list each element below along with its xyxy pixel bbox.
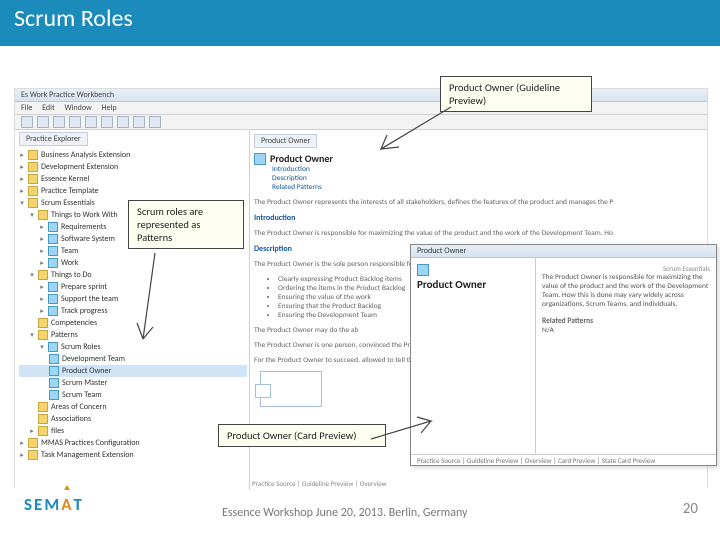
toolbar-icon[interactable] [149, 116, 161, 128]
card-right-column: Scrum Essentials The Product Owner is re… [536, 258, 716, 454]
editor-footer-tabs[interactable]: Practice Source | Guideline Preview | Ov… [252, 479, 387, 488]
tree-item[interactable]: ▸Task Management Extension [19, 449, 247, 461]
folder-icon [28, 150, 38, 160]
alpha-icon [48, 234, 58, 244]
folder-icon [38, 402, 48, 412]
tree-item[interactable]: Scrum Master [19, 377, 247, 389]
toolbar-icon[interactable] [101, 116, 113, 128]
guideline-summary: The Product Owner represents the interes… [254, 198, 703, 207]
toolbar-icon[interactable] [69, 116, 81, 128]
card-preview-window: Product Owner Product Owner Scrum Essent… [410, 244, 717, 466]
pattern-group-icon [48, 342, 58, 352]
folder-icon [28, 438, 38, 448]
tree-item[interactable]: ▾Things to Do [19, 269, 247, 281]
callout-patterns: Scrum roles are represented as Patterns [128, 200, 244, 249]
tree-item[interactable]: ▸files [19, 425, 247, 437]
editor-tab-row: Product Owner [254, 134, 703, 148]
section-heading: Introduction [254, 213, 703, 223]
link-introduction[interactable]: Introduction [272, 165, 703, 174]
folder-icon [38, 318, 48, 328]
tree-item[interactable]: ▸Business Analysis Extension [19, 149, 247, 161]
pattern-diagram [260, 371, 322, 407]
tree-item[interactable]: Development Team [19, 353, 247, 365]
tree-item[interactable]: ▸Essence Kernel [19, 173, 247, 185]
alpha-icon [48, 246, 58, 256]
card-window-title-bar: Product Owner [411, 245, 716, 258]
callout-guideline: Product Owner (Guideline Preview) [440, 76, 592, 112]
guideline-heading: Product Owner [270, 152, 333, 165]
tree-item[interactable]: ▸MMAS Practices Configuration [19, 437, 247, 449]
intro-text: The Product Owner is responsible for max… [254, 229, 703, 238]
card-heading: Product Owner [417, 278, 529, 291]
slide-footer: Essence Workshop June 20, 2013. Berlin, … [222, 506, 467, 520]
card-body-text: The Product Owner is responsible for max… [542, 273, 710, 309]
link-related-patterns[interactable]: Related Patterns [272, 183, 703, 192]
tree-item[interactable]: Associations [19, 413, 247, 425]
activity-icon [48, 282, 58, 292]
tree-item[interactable]: ▸Prepare sprint [19, 281, 247, 293]
tree-item[interactable]: Competencies [19, 317, 247, 329]
related-patterns-heading: Related Patterns [542, 317, 593, 326]
tree-item[interactable]: Scrum Team [19, 389, 247, 401]
pattern-icon [49, 378, 59, 388]
semat-logo: SEMAT [24, 494, 83, 515]
folder-icon [38, 426, 48, 436]
slide-title: Scrum Roles [14, 4, 133, 33]
menu-bar[interactable]: File Edit Window Help [15, 102, 707, 115]
toolbar-icon[interactable] [37, 116, 49, 128]
folder-icon [28, 186, 38, 196]
folder-icon [28, 162, 38, 172]
activity-icon [48, 294, 58, 304]
menu-edit[interactable]: Edit [42, 103, 55, 113]
card-footer-tabs[interactable]: Practice Source | Guideline Preview | Ov… [411, 454, 716, 467]
pattern-icon [49, 354, 59, 364]
pattern-icon [417, 264, 429, 276]
slide-title-band: Scrum Roles [0, 0, 720, 46]
page-number: 20 [683, 500, 698, 518]
tree-item-product-owner[interactable]: Product Owner [19, 365, 247, 377]
related-patterns-value: N/A [542, 326, 710, 335]
alpha-icon [48, 258, 58, 268]
tree-item[interactable]: ▸Practice Template [19, 185, 247, 197]
folder-icon [38, 330, 48, 340]
practice-explorer-panel: Practice Explorer ▸Business Analysis Ext… [15, 130, 250, 490]
link-description[interactable]: Description [272, 174, 703, 183]
activity-icon [48, 306, 58, 316]
alpha-icon [48, 222, 58, 232]
menu-window[interactable]: Window [64, 103, 91, 113]
toolbar-icon[interactable] [133, 116, 145, 128]
folder-icon [28, 450, 38, 460]
pattern-icon [254, 153, 266, 165]
toolbar-icon[interactable] [21, 116, 33, 128]
toolbar-icon[interactable] [85, 116, 97, 128]
practice-explorer-tab[interactable]: Practice Explorer [19, 132, 88, 146]
folder-icon [28, 198, 38, 208]
card-corner-label: Scrum Essentials [542, 264, 710, 273]
pattern-icon [49, 390, 59, 400]
tree-item[interactable]: ▸Development Extension [19, 161, 247, 173]
tree-item[interactable]: ▸Support the team [19, 293, 247, 305]
toolbar-icon[interactable] [117, 116, 129, 128]
folder-icon [38, 270, 48, 280]
tree-item[interactable]: ▸Work [19, 257, 247, 269]
toolbar-icon[interactable] [53, 116, 65, 128]
folder-icon [38, 210, 48, 220]
menu-file[interactable]: File [21, 103, 32, 113]
tree-item[interactable]: Areas of Concern [19, 401, 247, 413]
tree-item[interactable]: ▾Scrum Roles [19, 341, 247, 353]
toolbar[interactable] [15, 115, 707, 130]
tree-item[interactable]: ▾Patterns [19, 329, 247, 341]
menu-help[interactable]: Help [102, 103, 117, 113]
pattern-icon [49, 366, 59, 376]
callout-card: Product Owner (Card Preview) [218, 424, 386, 447]
folder-icon [38, 414, 48, 424]
folder-icon [28, 174, 38, 184]
tree-item[interactable]: ▸Track progress [19, 305, 247, 317]
window-title-bar: Es Work Practice Workbench [15, 89, 707, 102]
editor-tab-product-owner[interactable]: Product Owner [254, 134, 317, 148]
